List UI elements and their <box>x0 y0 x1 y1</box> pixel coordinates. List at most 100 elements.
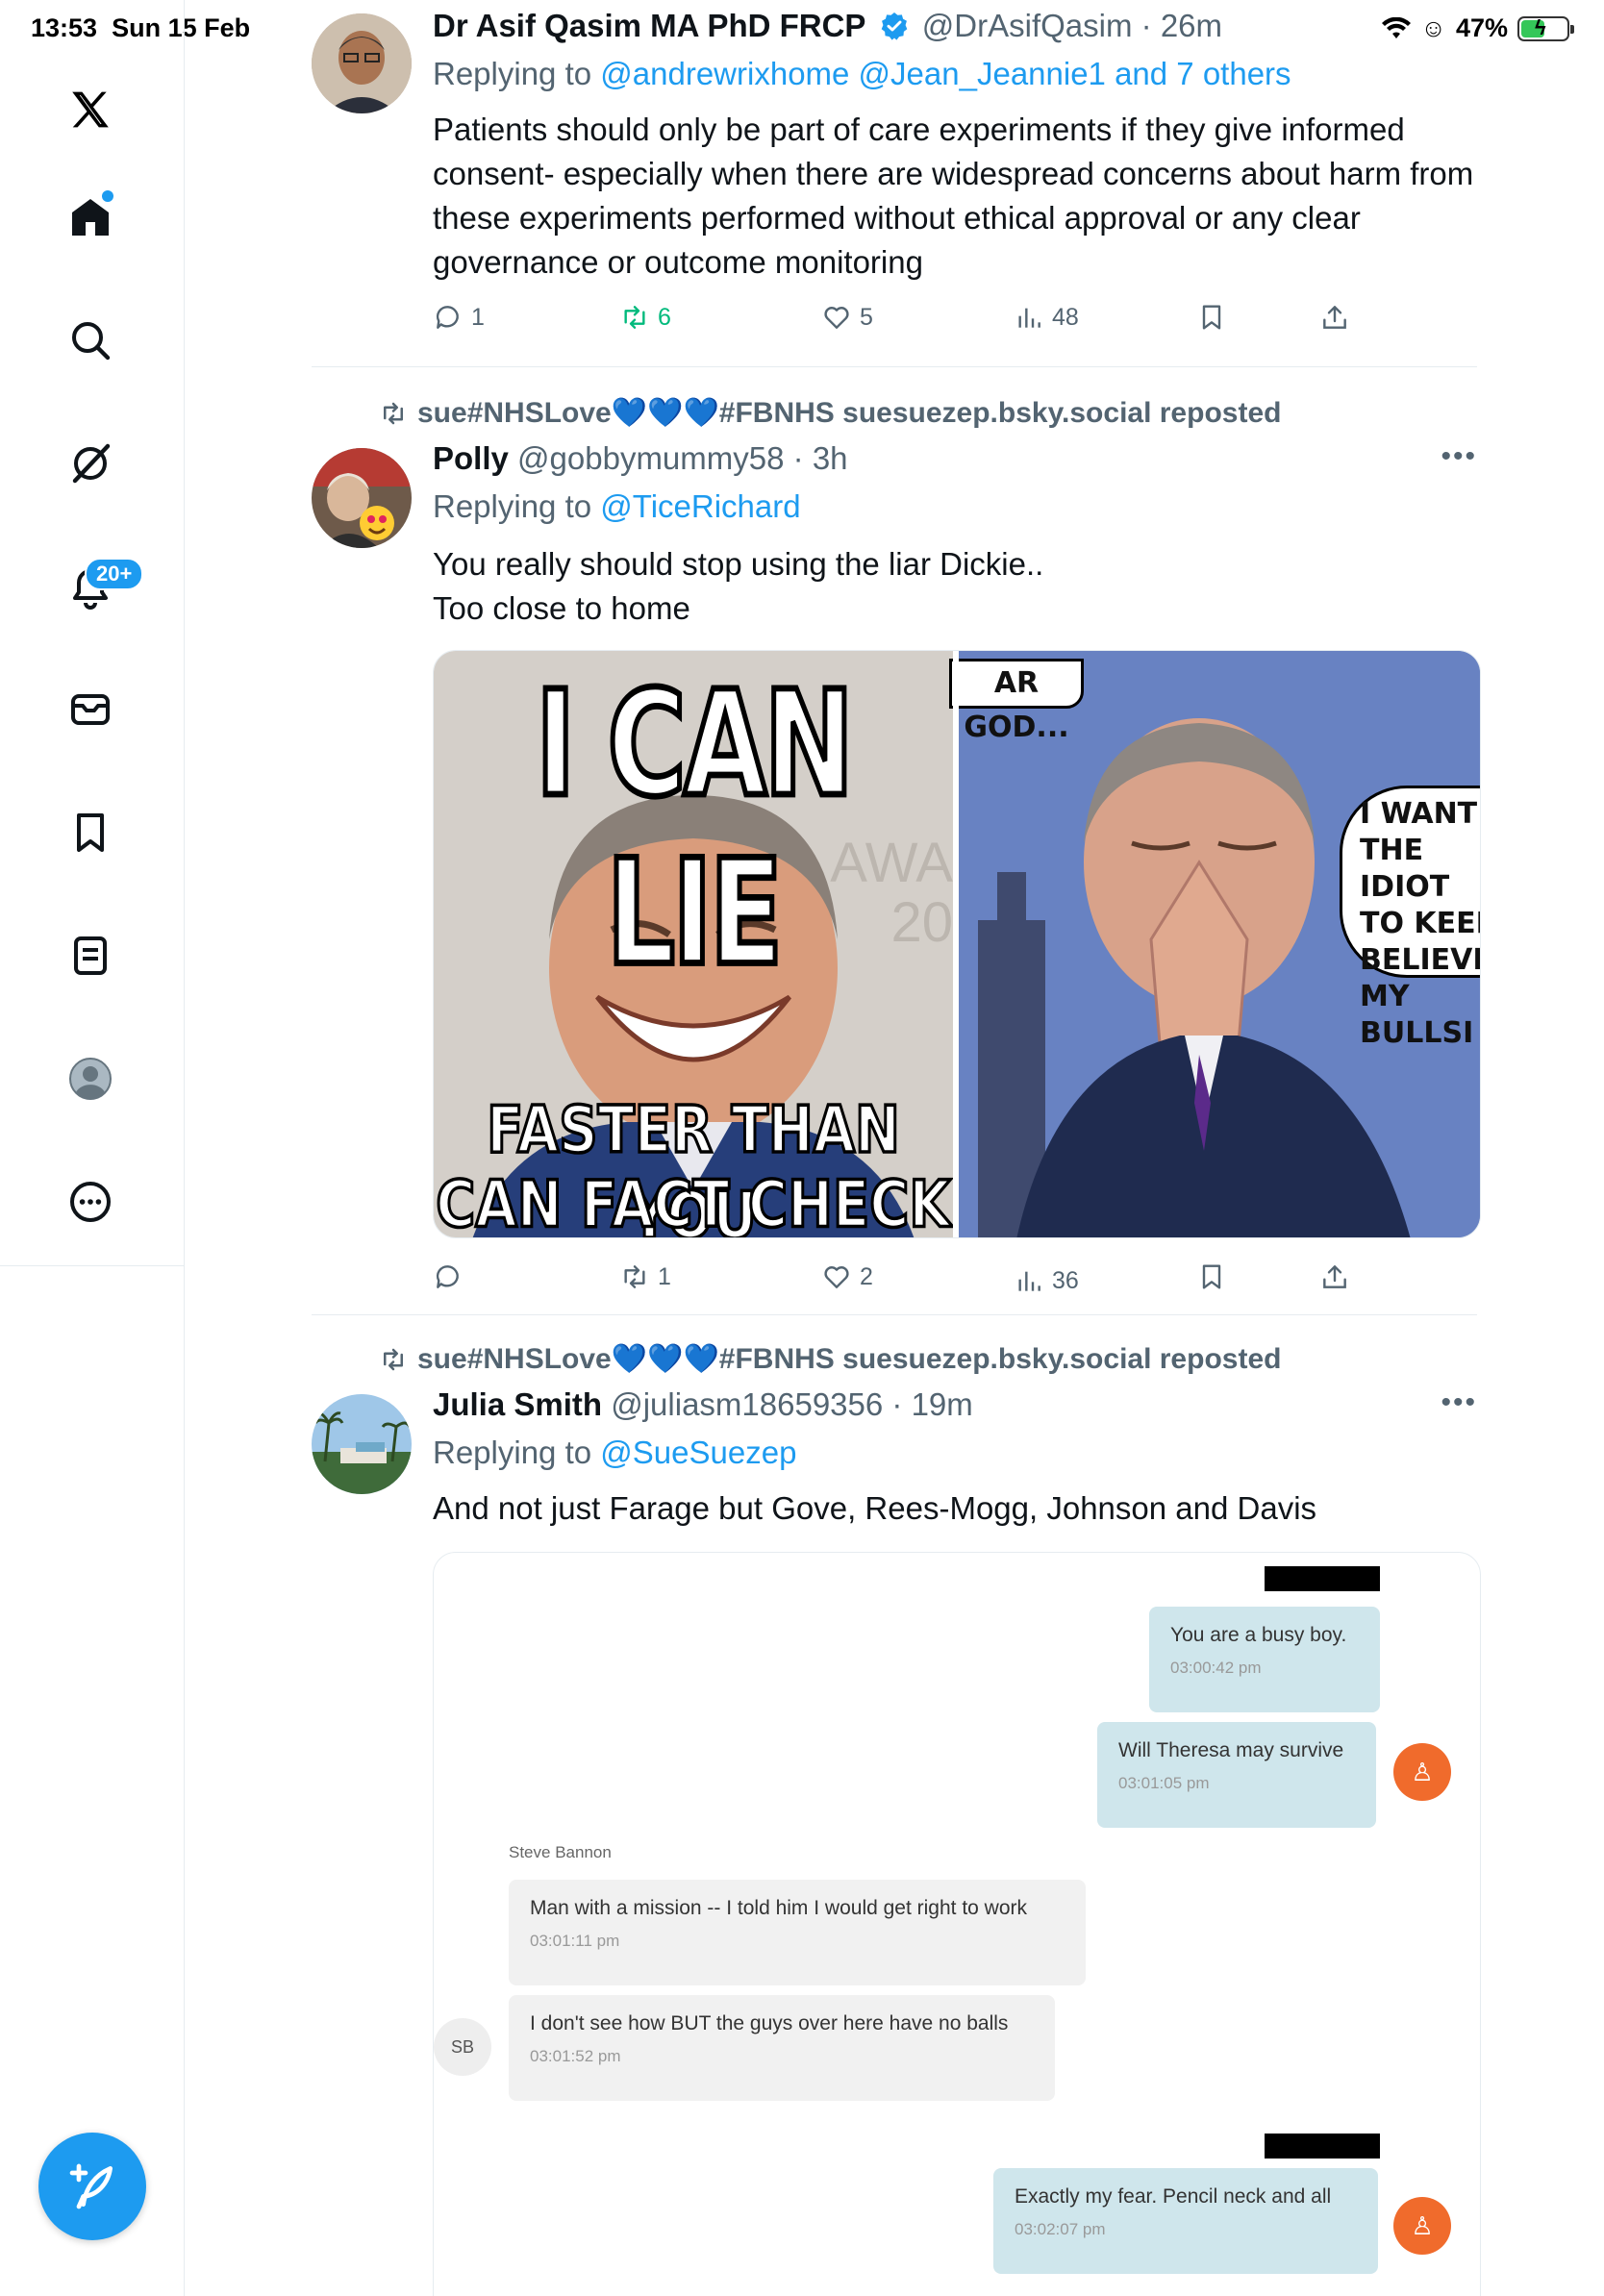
timestamp[interactable]: 26m <box>1161 8 1222 43</box>
separator: · <box>1140 8 1152 43</box>
battery-icon: ϟ <box>1517 15 1574 41</box>
like-count: 2 <box>860 1262 873 1290</box>
avatar[interactable] <box>312 448 412 548</box>
search-icon[interactable] <box>63 313 117 367</box>
more-options-icon[interactable]: ••• <box>1441 440 1477 473</box>
repost-button[interactable]: 6 <box>619 302 671 333</box>
like-button[interactable]: 2 <box>821 1261 873 1292</box>
compose-feather-icon <box>69 2163 113 2209</box>
tweet[interactable]: sue#NHSLove💙💙💙#FBNHS suesuezep.bsky.soci… <box>312 367 1481 1313</box>
separator: · <box>792 440 804 476</box>
handle[interactable]: @gobbymummy58 <box>517 440 784 476</box>
chat-message-out: You are a busy boy. 03:00:42 pm <box>1149 1607 1380 1712</box>
timestamp[interactable]: 19m <box>912 1386 973 1422</box>
heart-icon <box>824 1266 849 1288</box>
like-button[interactable]: 5 <box>821 302 873 333</box>
chat-message-in: I don't see how BUT the guys over here h… <box>509 1995 1055 2101</box>
tweet-text-line: You really should stop using the liar Di… <box>433 546 1044 582</box>
chat-sender-name: Steve Bannon <box>509 1843 612 1861</box>
replying-to: Replying to @TiceRichard <box>433 488 801 524</box>
lists-icon[interactable] <box>63 929 117 983</box>
avatar[interactable] <box>312 1394 412 1494</box>
bookmark-icon <box>1202 305 1221 330</box>
reply-mentions[interactable]: @SueSuezep <box>600 1435 796 1470</box>
share-button[interactable] <box>1319 302 1350 333</box>
bookmark-button[interactable] <box>1196 1261 1227 1292</box>
tweet-header: Dr Asif Qasim MA PhD FRCP @DrAsifQasim ·… <box>433 8 1222 44</box>
views-button[interactable]: 36 <box>1014 1265 1079 1296</box>
tweet-text: Patients should only be part of care exp… <box>433 112 1474 280</box>
media-gap <box>953 651 959 1237</box>
timestamp[interactable]: 3h <box>813 440 848 476</box>
grok-icon[interactable] <box>63 437 117 490</box>
more-options-icon[interactable]: ••• <box>1441 1386 1477 1419</box>
handle[interactable]: @juliasm18659356 <box>611 1386 883 1422</box>
display-name[interactable]: Polly <box>433 440 509 476</box>
heart-icon <box>824 307 849 329</box>
share-button[interactable] <box>1319 1261 1350 1292</box>
speech-bubble-right: I WANT THE IDIOT TO KEEP BELIEVIN MY BUL… <box>1340 786 1480 1050</box>
handle[interactable]: @DrAsifQasim <box>922 8 1133 43</box>
repost-icon <box>624 1265 645 1288</box>
repost-small-icon <box>384 402 403 424</box>
x-logo-icon[interactable] <box>63 83 117 137</box>
views-icon <box>1018 308 1040 328</box>
tweet-actions: 1 6 5 48 <box>433 302 1356 340</box>
reply-button[interactable]: 1 <box>433 302 485 333</box>
tweet-header: Julia Smith @juliasm18659356 · 19m <box>433 1386 973 1423</box>
verified-icon <box>881 12 907 40</box>
repost-count: 6 <box>658 303 671 331</box>
meme-bottom-text-2: CAN FACT CHECK <box>435 1166 952 1238</box>
tweet-header: Polly @gobbymummy58 · 3h <box>433 440 848 477</box>
replying-to: Replying to @SueSuezep <box>433 1435 797 1470</box>
bookmark-button[interactable] <box>1196 302 1227 333</box>
reply-button[interactable] <box>433 1261 471 1292</box>
tweet-text-line: Too close to home <box>433 590 690 626</box>
repost-icon <box>624 306 645 329</box>
meme-right-panel: AR GOD... I WANT THE IDIOT TO KEEP BELIE… <box>949 651 1480 1237</box>
notifications-badge: 20+ <box>85 558 144 590</box>
sidebar: 20+ <box>0 0 185 2296</box>
reply-count: 1 <box>471 303 485 331</box>
replying-to: Replying to @andrewrixhome @Jean_Jeannie… <box>433 56 1291 91</box>
reply-icon <box>436 1265 459 1288</box>
separator: · <box>891 1386 903 1422</box>
views-count: 48 <box>1052 303 1079 331</box>
share-icon <box>1323 306 1346 329</box>
repost-count: 1 <box>658 1262 671 1290</box>
meme-top-text: I CAN LIE <box>533 658 856 1002</box>
bookmarks-icon[interactable] <box>63 806 117 860</box>
reply-icon <box>436 306 459 329</box>
user-avatar-icon: ♙ <box>1393 1743 1451 1801</box>
bookmark-icon <box>1202 1264 1221 1289</box>
more-icon[interactable] <box>63 1175 117 1229</box>
meme-left-panel: AWA 20 I CAN LIE FASTER THAN YOU CAN FACT… <box>434 651 953 1237</box>
reposted-by[interactable]: sue#NHSLove💙💙💙#FBNHS suesuezep.bsky.soci… <box>379 396 1281 430</box>
reply-mentions[interactable]: @andrewrixhome @Jean_Jeannie1 and 7 othe… <box>600 56 1291 91</box>
chat-message-out: Exactly my fear. Pencil neck and all 03:0… <box>993 2168 1378 2274</box>
reply-mentions[interactable]: @TiceRichard <box>600 488 800 524</box>
reposted-by[interactable]: sue#NHSLove💙💙💙#FBNHS suesuezep.bsky.soci… <box>379 1342 1281 1376</box>
tweet-media[interactable]: You are a busy boy. 03:00:42 pm Will Ther… <box>433 1552 1481 2296</box>
redaction-bar <box>1265 2134 1380 2159</box>
sidebar-divider <box>0 1265 185 1266</box>
tweet-media[interactable]: AWA 20 I CAN LIE FASTER THAN YOU CAN FACT… <box>433 650 1481 1238</box>
chat-sender-avatar: SB <box>434 2018 491 2076</box>
repost-button[interactable]: 1 <box>619 1261 671 1292</box>
chat-message-out: Will Theresa may survive 03:01:05 pm <box>1097 1722 1376 1828</box>
display-name[interactable]: Julia Smith <box>433 1386 602 1422</box>
compose-button[interactable] <box>38 2133 146 2240</box>
redaction-bar <box>1265 1566 1380 1591</box>
user-avatar-icon: ♙ <box>1393 2197 1451 2255</box>
like-count: 5 <box>860 303 873 331</box>
views-button[interactable]: 48 <box>1014 302 1079 333</box>
tweet[interactable]: sue#NHSLove💙💙💙#FBNHS suesuezep.bsky.soci… <box>312 1315 1481 2296</box>
avatar[interactable] <box>312 13 412 113</box>
tweet-text: You really should stop using the liar Di… <box>433 542 1481 631</box>
tweet[interactable]: Dr Asif Qasim MA PhD FRCP @DrAsifQasim ·… <box>312 0 1477 365</box>
display-name[interactable]: Dr Asif Qasim MA PhD FRCP <box>433 8 865 43</box>
repost-small-icon <box>384 1348 403 1370</box>
profile-icon[interactable] <box>63 1052 117 1106</box>
messages-icon[interactable] <box>63 683 117 736</box>
home-unread-dot <box>102 190 113 202</box>
